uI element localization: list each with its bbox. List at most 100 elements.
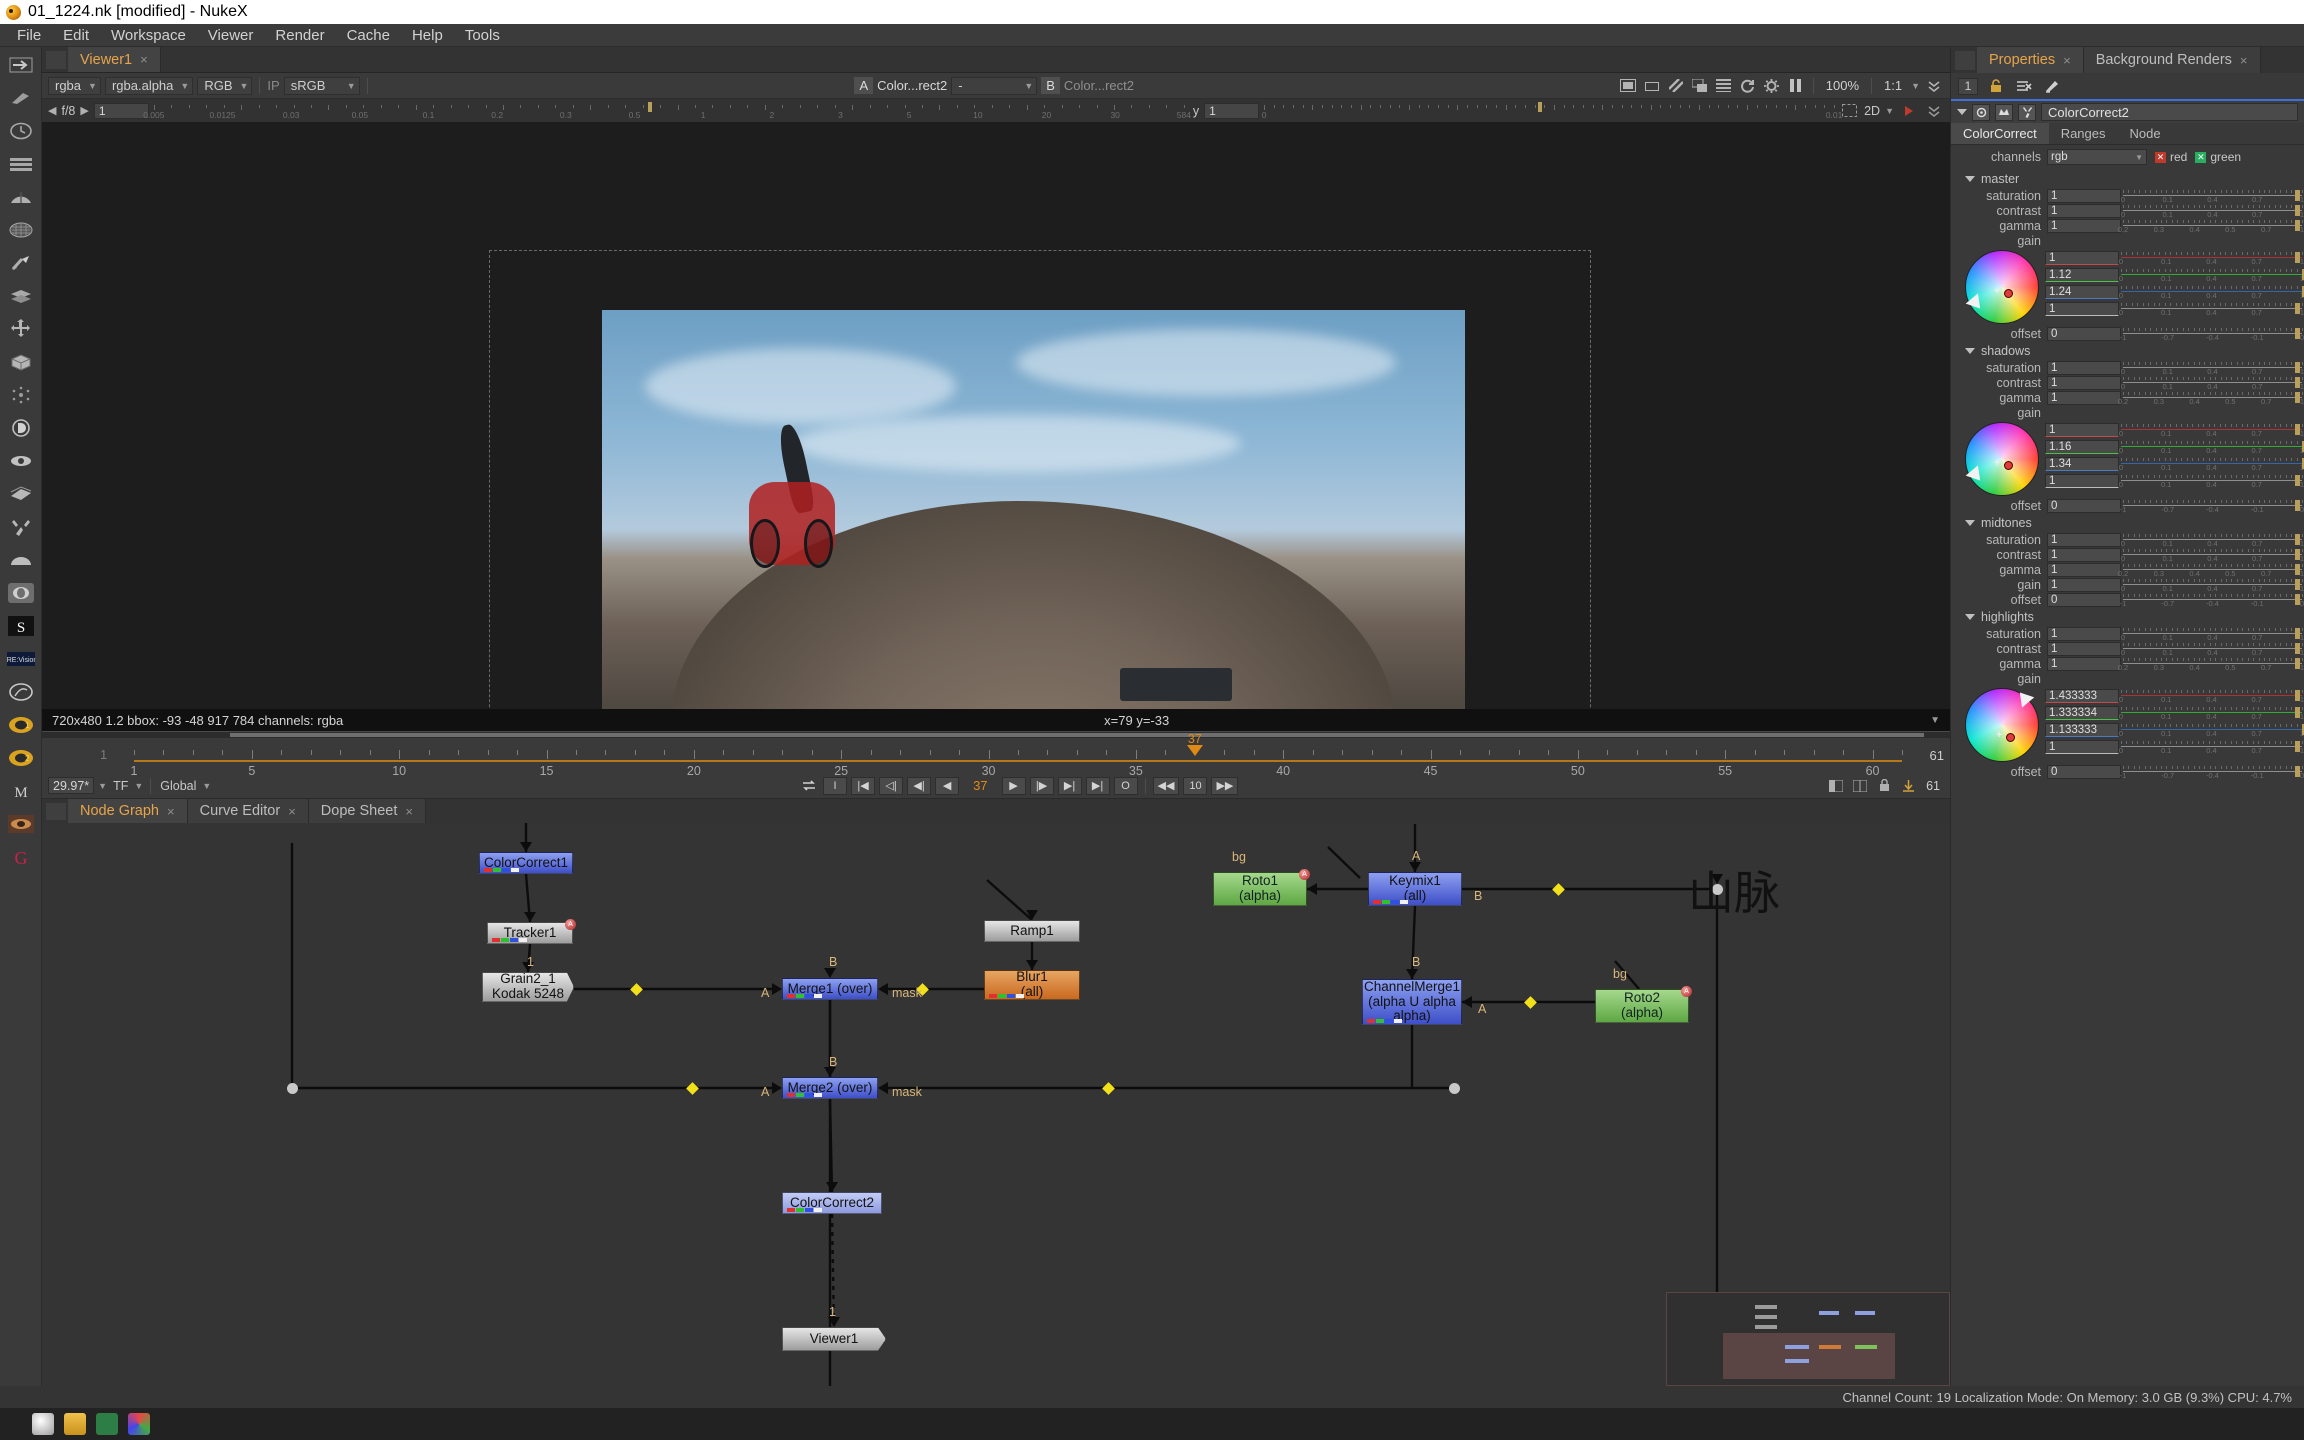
- prev-keyframe-icon[interactable]: ◁|: [879, 776, 904, 795]
- gamma-slider[interactable]: 0 0.01: [1262, 102, 1842, 120]
- parameter-slider[interactable]: 00.10.40.71: [2121, 204, 2304, 219]
- properties-content[interactable]: channels rgb ▼ ✕ red ✕ green master satur…: [1951, 145, 2304, 1386]
- tab-node[interactable]: Node: [2118, 123, 2173, 144]
- parameter-input[interactable]: 0: [2047, 498, 2121, 513]
- parameter-input[interactable]: 1: [2047, 562, 2121, 577]
- prev-frame-icon[interactable]: ◀|: [907, 776, 932, 795]
- particles-nodes-icon[interactable]: [7, 383, 35, 407]
- proxy-icon[interactable]: [1618, 76, 1638, 95]
- node-tracker1[interactable]: Tracker1 A: [487, 919, 576, 944]
- parameter-slider[interactable]: 00.10.40.71: [2119, 302, 2304, 317]
- parameter-input[interactable]: 1: [2047, 547, 2121, 562]
- genarts-icon[interactable]: G: [7, 845, 35, 869]
- metadata-nodes-icon[interactable]: [7, 482, 35, 506]
- parameter-slider[interactable]: 00.10.40.71: [2119, 457, 2304, 472]
- parameter-input[interactable]: 1.12: [2045, 267, 2119, 282]
- furnace-icon[interactable]: [7, 581, 35, 605]
- section-midtones[interactable]: midtones: [1951, 513, 2304, 532]
- gain-icon[interactable]: [1762, 76, 1782, 95]
- ip-toggle[interactable]: IP: [267, 78, 279, 93]
- parameter-input[interactable]: 1: [2047, 577, 2121, 592]
- parameter-slider[interactable]: 0.2 0.3 0.4 0.5 0.7 1: [2118, 219, 2304, 234]
- 3d-nodes-icon[interactable]: [7, 350, 35, 374]
- menu-workspace[interactable]: Workspace: [100, 25, 197, 46]
- lock-icon[interactable]: [1874, 776, 1894, 795]
- image-nodes-icon[interactable]: [7, 53, 35, 77]
- views-nodes-icon[interactable]: [7, 449, 35, 473]
- node-toolbar[interactable]: S RE:Vision 1 2 M G: [0, 47, 42, 1386]
- play-backward-icon[interactable]: ◀: [935, 776, 960, 795]
- set-out-icon[interactable]: O: [1113, 776, 1138, 795]
- clone-icon[interactable]: [2018, 103, 2036, 121]
- current-frame-display[interactable]: 37: [963, 778, 997, 793]
- expand-icon[interactable]: [1924, 101, 1944, 120]
- pipe-dot[interactable]: [1101, 1081, 1115, 1095]
- chevron-down-icon[interactable]: ▼: [1911, 81, 1920, 91]
- parameter-input[interactable]: 1: [2047, 626, 2121, 641]
- color-picker-handle[interactable]: [2004, 289, 2013, 298]
- node-ramp1[interactable]: Ramp1: [984, 920, 1080, 942]
- panel-grip[interactable]: [46, 51, 66, 69]
- menu-viewer[interactable]: Viewer: [197, 25, 265, 46]
- viewer-mode-value[interactable]: 2D: [1864, 104, 1880, 118]
- parameter-input[interactable]: 1.24: [2045, 284, 2119, 299]
- last-frame-icon[interactable]: ▶|: [1085, 776, 1110, 795]
- next-keyframe-icon[interactable]: ▶|: [1057, 776, 1082, 795]
- tab-dope-sheet[interactable]: Dope Sheet ×: [308, 799, 426, 823]
- wheel-indicator-icon[interactable]: [1965, 293, 1987, 314]
- section-master[interactable]: master: [1951, 169, 2304, 188]
- color-wheel[interactable]: +: [1965, 250, 2039, 324]
- color-nodes-icon[interactable]: [7, 185, 35, 209]
- parameter-slider[interactable]: 00.10.40.71: [2121, 533, 2304, 548]
- parameter-slider[interactable]: 0.2 0.3 0.4 0.5 0.7 1: [2118, 391, 2304, 406]
- viewer-canvas[interactable]: -93,-48 (720x480): [42, 122, 1950, 709]
- pipe-endpoint[interactable]: [286, 1082, 298, 1094]
- parameter-slider[interactable]: 00.10.40.71: [2119, 706, 2304, 721]
- next-frame-icon[interactable]: |▶: [1029, 776, 1054, 795]
- aspect-ratio[interactable]: 1:1: [1879, 78, 1907, 93]
- parameter-slider[interactable]: 00.10.40.71: [2121, 189, 2304, 204]
- menu-tools[interactable]: Tools: [454, 25, 511, 46]
- parameter-input[interactable]: 1: [2047, 532, 2121, 547]
- parameter-slider[interactable]: 00.10.40.71: [2119, 440, 2304, 455]
- node-merge1[interactable]: Merge1 (over): [782, 978, 878, 1000]
- parameter-slider[interactable]: 00.10.40.71: [2119, 251, 2304, 266]
- parameter-input[interactable]: 1: [2047, 188, 2121, 203]
- pipe-dot[interactable]: [1551, 882, 1565, 896]
- ab-operation-combo[interactable]: - ▼: [951, 76, 1038, 95]
- prev-arrow-icon[interactable]: ◀: [48, 104, 56, 117]
- first-frame-icon[interactable]: |◀: [851, 776, 876, 795]
- node-colorcorrect1[interactable]: ColorCorrect1: [479, 852, 573, 874]
- menu-bar[interactable]: File Edit Workspace Viewer Render Cache …: [0, 24, 2304, 47]
- parameter-slider[interactable]: 00.10.40.71: [2121, 627, 2304, 642]
- ocula-1-icon[interactable]: 1: [7, 713, 35, 737]
- draw-nodes-icon[interactable]: [7, 86, 35, 110]
- panel-grip[interactable]: [46, 803, 66, 820]
- chevron-down-icon[interactable]: ▼: [1885, 106, 1894, 116]
- refresh-icon[interactable]: [1738, 76, 1758, 95]
- disable-icon[interactable]: [1972, 103, 1990, 121]
- pipe-dot[interactable]: [629, 982, 643, 996]
- parameter-input[interactable]: 1: [2047, 360, 2121, 375]
- parameter-slider[interactable]: -1 -0.7 -0.4 -0.1 0: [2120, 765, 2304, 780]
- menu-help[interactable]: Help: [401, 25, 454, 46]
- tab-colorcorrect[interactable]: ColorCorrect: [1951, 123, 2049, 144]
- close-icon[interactable]: ×: [167, 804, 175, 819]
- record-icon[interactable]: [1899, 101, 1919, 120]
- roi-icon[interactable]: [1642, 76, 1662, 95]
- close-icon[interactable]: ×: [405, 804, 413, 819]
- color-picker-handle[interactable]: [2004, 461, 2013, 470]
- timeline-track[interactable]: 1 5 10 15 20 25 30 35 40 45 50 55 60 37: [131, 732, 1903, 778]
- color-picker-handle[interactable]: [2006, 733, 2015, 742]
- node-blur1[interactable]: Blur1 (all): [984, 970, 1080, 1000]
- colorspace-combo[interactable]: sRGB ▼: [283, 76, 360, 95]
- panel-grip[interactable]: [1955, 51, 1975, 70]
- mocha-icon[interactable]: M: [7, 779, 35, 803]
- color-wheel[interactable]: +: [1965, 687, 2039, 762]
- chevron-down-icon[interactable]: ▼: [134, 781, 143, 791]
- tab-ranges[interactable]: Ranges: [2049, 123, 2118, 144]
- layers-icon[interactable]: [1714, 76, 1734, 95]
- parameter-slider[interactable]: 00.10.40.71: [2119, 740, 2304, 755]
- deep-nodes-icon[interactable]: [7, 416, 35, 440]
- tab-properties[interactable]: Properties ×: [1977, 47, 2084, 73]
